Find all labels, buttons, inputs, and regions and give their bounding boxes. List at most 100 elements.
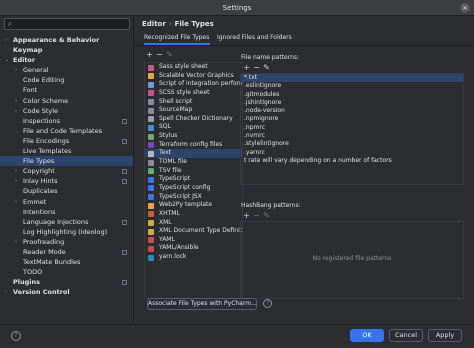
file-type-item[interactable]: XML Document Type Definiti <box>145 227 242 236</box>
sidebar-item[interactable]: › Version Control <box>0 287 133 297</box>
sidebar-item[interactable]: Plugins <box>0 277 133 287</box>
chevron-right-icon[interactable]: › <box>15 197 17 207</box>
pattern-item[interactable]: .npmignore <box>241 115 463 123</box>
tab-ignored-files-and-folders[interactable]: Ignored Files and Folders <box>217 33 292 45</box>
chevron-right-icon[interactable]: › <box>15 166 17 176</box>
sidebar-item[interactable]: Intentions <box>0 207 133 217</box>
dialog-help-icon[interactable]: ? <box>11 331 21 341</box>
sidebar-item[interactable]: Duplicates <box>0 186 133 196</box>
file-type-item[interactable]: Text <box>145 149 242 159</box>
sidebar-item[interactable]: TODO <box>0 267 133 277</box>
ok-button[interactable]: OK <box>350 329 384 342</box>
sidebar-item[interactable]: Keymap <box>0 45 133 55</box>
file-type-item[interactable]: SourceMap <box>145 106 242 115</box>
breadcrumb-parent[interactable]: Editor <box>142 20 166 28</box>
remove-file-type-button[interactable]: − <box>155 50 164 60</box>
file-type-item[interactable]: Shell script <box>145 98 242 107</box>
edit-file-type-button[interactable]: ✎ <box>165 50 174 60</box>
sidebar-item[interactable]: › Emmet <box>0 197 133 207</box>
help-icon[interactable]: ? <box>263 299 272 308</box>
pattern-item[interactable]: .yarnrc <box>241 149 463 157</box>
sidebar-item[interactable]: Inspections <box>0 116 133 126</box>
file-types-list[interactable]: Sass style sheet Scalable Vector Graphics… <box>144 62 243 299</box>
sidebar-item[interactable]: › General <box>0 65 133 75</box>
sidebar-item[interactable]: ⌄ Editor <box>0 55 133 65</box>
file-type-item[interactable]: YAML/Ansible <box>145 244 242 253</box>
chevron-right-icon[interactable]: › <box>15 106 17 116</box>
sidebar-item[interactable]: › Inlay Hints <box>0 176 133 186</box>
pattern-item[interactable]: .eslintignore <box>241 82 463 90</box>
sidebar-item[interactable]: Font <box>0 85 133 95</box>
file-type-item[interactable]: yarn.lock <box>145 253 242 262</box>
sidebar-item[interactable]: › Code Style <box>0 106 133 116</box>
file-type-item[interactable]: Web2Py template <box>145 201 242 210</box>
file-type-item[interactable]: TSV file <box>145 167 242 176</box>
file-type-item[interactable]: Terraform config files <box>145 141 242 150</box>
pattern-item[interactable]: .jshintignore <box>241 99 463 107</box>
chevron-right-icon[interactable]: › <box>15 237 17 247</box>
file-type-icon <box>148 90 154 97</box>
sidebar-item[interactable]: File Encodings <box>0 136 133 146</box>
add-pattern-button[interactable]: + <box>242 63 251 73</box>
sidebar-item[interactable]: Code Editing <box>0 75 133 85</box>
sidebar-item[interactable]: Live Templates <box>0 146 133 156</box>
add-hashbang-button[interactable]: + <box>242 211 251 221</box>
sidebar-item[interactable]: File and Code Templates <box>0 126 133 136</box>
tab-recognized-file-types[interactable]: Recognized File Types <box>144 33 210 45</box>
file-type-item[interactable]: Stylus <box>145 132 242 141</box>
file-type-item[interactable]: YAML <box>145 236 242 245</box>
associate-file-types-button[interactable]: Associate File Types with PyCharm... <box>147 298 257 310</box>
hashbang-patterns-list[interactable]: No registered file patterns <box>240 221 464 299</box>
settings-search-input[interactable]: ⌕ <box>4 18 130 30</box>
chevron-right-icon[interactable]: › <box>15 96 17 106</box>
apply-button[interactable]: Apply <box>428 329 462 342</box>
file-type-item[interactable]: XML <box>145 219 242 228</box>
sidebar-item[interactable]: › Color Scheme <box>0 96 133 106</box>
file-type-item[interactable]: Sass style sheet <box>145 63 242 72</box>
file-type-item[interactable]: TOML file <box>145 158 242 167</box>
cancel-button[interactable]: Cancel <box>389 329 423 342</box>
chevron-right-icon[interactable]: › <box>15 176 17 186</box>
sidebar-item-label: Proofreading <box>23 237 65 246</box>
sidebar-item[interactable]: Log Highlighting (Ideolog) <box>0 227 133 237</box>
sidebar-item[interactable]: › Appearance & Behavior <box>0 35 133 45</box>
file-type-item[interactable]: TypeScript JSX <box>145 193 242 202</box>
sidebar-item[interactable]: TextMate Bundles <box>0 257 133 267</box>
sidebar-item[interactable]: Language Injections <box>0 217 133 227</box>
file-type-item[interactable]: Spell Checker Dictionary <box>145 115 242 124</box>
file-type-item[interactable]: Script of integration perform <box>145 80 242 89</box>
pattern-item[interactable]: .npmrc <box>241 124 463 132</box>
file-type-item[interactable]: SCSS style sheet <box>145 89 242 98</box>
file-type-icon <box>148 194 154 201</box>
pattern-item[interactable]: .nvmrc <box>241 132 463 140</box>
pattern-item[interactable]: .gitmodules <box>241 91 463 99</box>
edit-pattern-button[interactable]: ✎ <box>262 63 271 73</box>
file-type-item[interactable]: TypeScript <box>145 175 242 184</box>
file-type-icon <box>148 107 154 114</box>
pattern-item[interactable]: *.txt <box>241 74 463 83</box>
file-type-item[interactable]: TypeScript config <box>145 184 242 193</box>
remove-pattern-button[interactable]: − <box>252 63 261 73</box>
add-file-type-button[interactable]: + <box>145 50 154 60</box>
file-type-item[interactable]: XHTML <box>145 210 242 219</box>
sidebar-item-label: Keymap <box>13 46 43 55</box>
file-type-icon <box>148 133 154 140</box>
chevron-right-icon[interactable]: › <box>5 287 7 297</box>
file-name-patterns-list[interactable]: *.txt .eslintignore .gitmodules .jshintigno… <box>240 73 464 185</box>
file-type-item[interactable]: SQL <box>145 123 242 132</box>
chevron-right-icon[interactable]: › <box>5 35 7 45</box>
pattern-item[interactable]: t rate will vary depending on a number o… <box>241 157 463 165</box>
file-type-icon <box>148 211 154 218</box>
sidebar-item[interactable]: File Types <box>0 156 133 167</box>
close-icon[interactable]: × <box>460 3 470 13</box>
pattern-item[interactable]: .stylelintignore <box>241 140 463 148</box>
pattern-item[interactable]: .node-version <box>241 107 463 115</box>
sidebar-item[interactable]: › Copyright <box>0 166 133 176</box>
file-type-item[interactable]: Scalable Vector Graphics <box>145 72 242 81</box>
remove-hashbang-button[interactable]: − <box>252 211 261 221</box>
sidebar-item[interactable]: Reader Mode <box>0 247 133 257</box>
chevron-down-icon[interactable]: ⌄ <box>5 55 9 65</box>
edit-hashbang-button[interactable]: ✎ <box>262 211 271 221</box>
chevron-right-icon[interactable]: › <box>15 65 17 75</box>
sidebar-item[interactable]: › Proofreading <box>0 237 133 247</box>
